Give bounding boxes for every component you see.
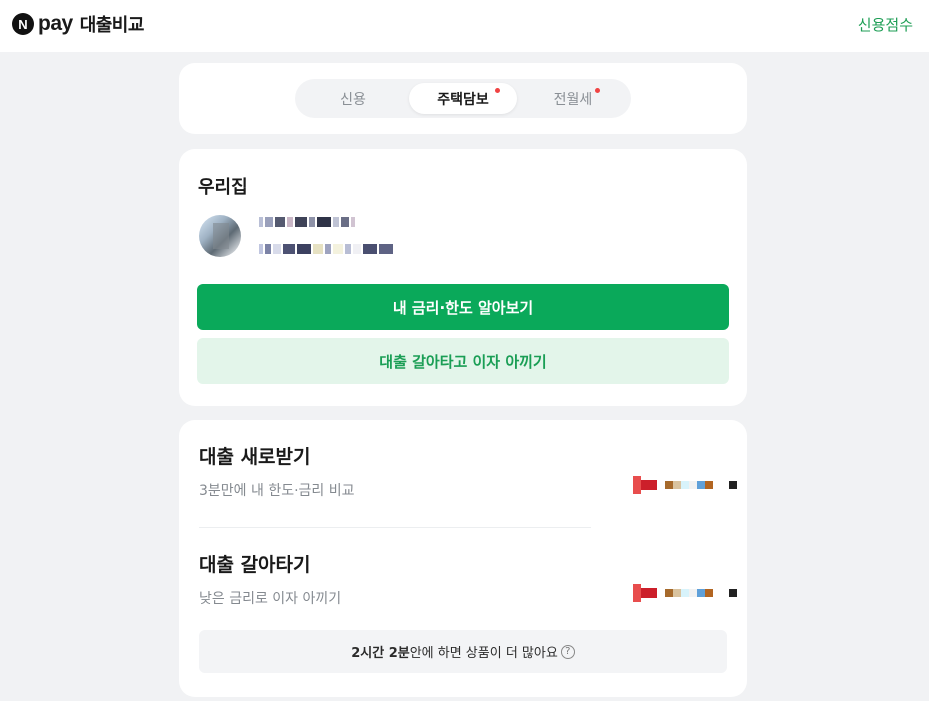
- service-name: 대출비교: [79, 15, 145, 36]
- remaining-time: 2시간 2분: [351, 646, 410, 661]
- check-rate-limit-button[interactable]: 내 금리·한도 알아보기: [197, 284, 729, 330]
- refinance-loan-row[interactable]: 대출 갈아타기 낮은 금리로 이자 아끼기: [199, 550, 739, 620]
- new-dot-badge: [495, 88, 500, 93]
- credit-score-link[interactable]: 신용점수: [858, 14, 913, 35]
- tab-label: 전월세: [553, 91, 593, 108]
- loan-type-tab-card: 신용 주택담보 전월세: [179, 63, 747, 134]
- naverpay-logo[interactable]: N pay 대출비교: [12, 12, 144, 36]
- blurred-detail-line: [259, 243, 393, 255]
- new-dot-badge: [595, 88, 600, 93]
- blurred-address-line: [259, 216, 355, 228]
- tab-credit[interactable]: 신용: [303, 83, 403, 114]
- lender-logos: [633, 476, 737, 494]
- pay-wordmark: pay: [38, 12, 73, 35]
- time-remaining-info: 2시간 2분 안에 하면 상품이 더 많아요 ?: [199, 630, 727, 673]
- loan-option-title: 대출 갈아타기: [199, 554, 311, 576]
- tab-label: 주택담보: [437, 91, 489, 108]
- loan-options-card: 대출 새로받기 3분만에 내 한도·금리 비교 대출 갈아타기 낮은 금리로 이…: [179, 420, 747, 697]
- info-text: 안에 하면 상품이 더 많아요: [409, 646, 558, 661]
- top-bar: N pay 대출비교 신용점수: [0, 0, 929, 52]
- refinance-save-interest-button[interactable]: 대출 갈아타고 이자 아끼기: [197, 338, 729, 384]
- tab-jeonse[interactable]: 전월세: [523, 83, 623, 114]
- loan-option-subtitle: 3분만에 내 한도·금리 비교: [199, 483, 355, 499]
- divider: [199, 527, 591, 528]
- lender-logos: [633, 584, 737, 602]
- new-loan-row[interactable]: 대출 새로받기 3분만에 내 한도·금리 비교: [199, 442, 739, 512]
- loan-option-title: 대출 새로받기: [199, 446, 311, 468]
- home-card-title: 우리집: [198, 177, 248, 198]
- question-circle-icon[interactable]: ?: [560, 644, 575, 659]
- loan-type-tabs: 신용 주택담보 전월세: [295, 79, 631, 118]
- tab-mortgage[interactable]: 주택담보: [409, 83, 517, 114]
- home-thumbnail: [199, 215, 241, 257]
- n-logo-icon: N: [12, 13, 34, 35]
- loan-option-subtitle: 낮은 금리로 이자 아끼기: [199, 591, 342, 607]
- my-home-card: 우리집 내 금리·한도 알아보기 대출 갈아타고 이자 아끼기: [179, 149, 747, 406]
- tab-label: 신용: [340, 91, 366, 108]
